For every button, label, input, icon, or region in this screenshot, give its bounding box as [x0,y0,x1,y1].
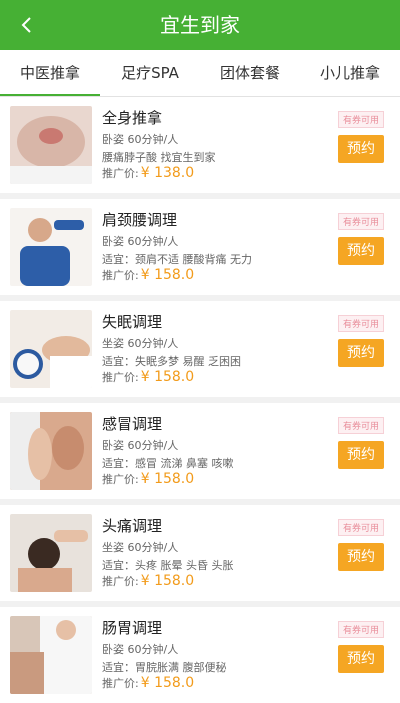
coupon-badge: 有券可用 [337,417,384,434]
service-item[interactable]: 肩颈腰调理 卧姿 60分钟/人 适宜：颈肩不适 腰酸背痛 无力 推广价: ¥ 15… [0,199,400,295]
service-name: 肩颈腰调理 [102,211,178,229]
price-label: 推广价: [102,371,139,384]
price-value: ¥ 158.0 [140,267,195,283]
service-duration: 卧姿 60分钟/人 [102,235,179,248]
tab-child-massage[interactable]: 小儿推拿 [300,50,400,96]
coupon-badge: 有券可用 [337,315,384,332]
service-name: 失眠调理 [102,313,163,331]
service-item[interactable]: 失眠调理 坐姿 60分钟/人 适宜：失眠多梦 易醒 乏困困 推广价: ¥ 158.… [0,301,400,397]
price-row: 推广价: ¥ 158.0 [102,675,194,691]
price-label: 推广价: [102,677,139,690]
service-name: 头痛调理 [102,517,163,535]
price-row: 推广价: ¥ 158.0 [102,471,194,487]
service-duration: 卧姿 60分钟/人 [102,643,179,656]
price-label: 推广价: [102,269,139,282]
price-row: 推广价: ¥ 158.0 [102,267,194,283]
service-item[interactable]: 感冒调理 卧姿 60分钟/人 适宜：感冒 流涕 鼻塞 咳嗽 推广价: ¥ 158.… [0,403,400,499]
book-button[interactable]: 预约 [338,237,384,265]
service-thumbnail [10,616,92,694]
service-thumbnail [10,208,92,286]
category-tabs: 中医推拿 足疗SPA 团体套餐 小儿推拿 [0,50,400,97]
page-title: 宜生到家 [160,13,240,37]
price-label: 推广价: [102,473,139,486]
service-duration: 坐姿 60分钟/人 [102,337,179,350]
book-button[interactable]: 预约 [338,135,384,163]
service-duration: 坐姿 60分钟/人 [102,541,179,554]
service-description: 适宜：头疼 胀晕 头昏 头胀 [102,559,234,572]
coupon-badge: 有券可用 [337,621,384,638]
book-button[interactable]: 预约 [338,441,384,469]
price-row: 推广价: ¥ 138.0 [102,165,194,181]
tab-group-package[interactable]: 团体套餐 [200,50,300,96]
service-item[interactable]: 全身推拿 卧姿 60分钟/人 腰痛脖子酸 找宜生到家 推广价: ¥ 138.0 有… [0,97,400,193]
service-description: 适宜：感冒 流涕 鼻塞 咳嗽 [102,457,234,470]
service-name: 肠胃调理 [102,619,163,637]
service-description: 适宜：颈肩不适 腰酸背痛 无力 [102,253,252,266]
service-description: 腰痛脖子酸 找宜生到家 [102,151,216,164]
service-description: 适宜：胃脘胀满 腹部便秘 [102,661,227,674]
price-value: ¥ 138.0 [140,165,195,181]
service-duration: 卧姿 60分钟/人 [102,133,179,146]
service-thumbnail [10,514,92,592]
tab-tcm-massage[interactable]: 中医推拿 [0,50,100,96]
service-description: 适宜：失眠多梦 易醒 乏困困 [102,355,241,368]
price-row: 推广价: ¥ 158.0 [102,369,194,385]
coupon-badge: 有券可用 [337,519,384,536]
service-thumbnail [10,106,92,184]
coupon-badge: 有券可用 [337,111,384,128]
book-button[interactable]: 预约 [338,543,384,571]
price-label: 推广价: [102,575,139,588]
coupon-badge: 有券可用 [337,213,384,230]
service-thumbnail [10,310,92,388]
price-row: 推广价: ¥ 158.0 [102,573,194,589]
price-value: ¥ 158.0 [140,369,195,385]
price-label: 推广价: [102,167,139,180]
price-value: ¥ 158.0 [140,675,195,691]
header-bar: 宜生到家 [0,0,400,50]
book-button[interactable]: 预约 [338,645,384,673]
service-duration: 卧姿 60分钟/人 [102,439,179,452]
service-thumbnail [10,412,92,490]
tab-foot-spa[interactable]: 足疗SPA [100,50,200,96]
service-item[interactable]: 肠胃调理 卧姿 60分钟/人 适宜：胃脘胀满 腹部便秘 推广价: ¥ 158.0 … [0,607,400,703]
service-name: 全身推拿 [102,109,163,127]
price-value: ¥ 158.0 [140,471,195,487]
book-button[interactable]: 预约 [338,339,384,367]
service-name: 感冒调理 [102,415,163,433]
price-value: ¥ 158.0 [140,573,195,589]
service-item[interactable]: 头痛调理 坐姿 60分钟/人 适宜：头疼 胀晕 头昏 头胀 推广价: ¥ 158.… [0,505,400,601]
